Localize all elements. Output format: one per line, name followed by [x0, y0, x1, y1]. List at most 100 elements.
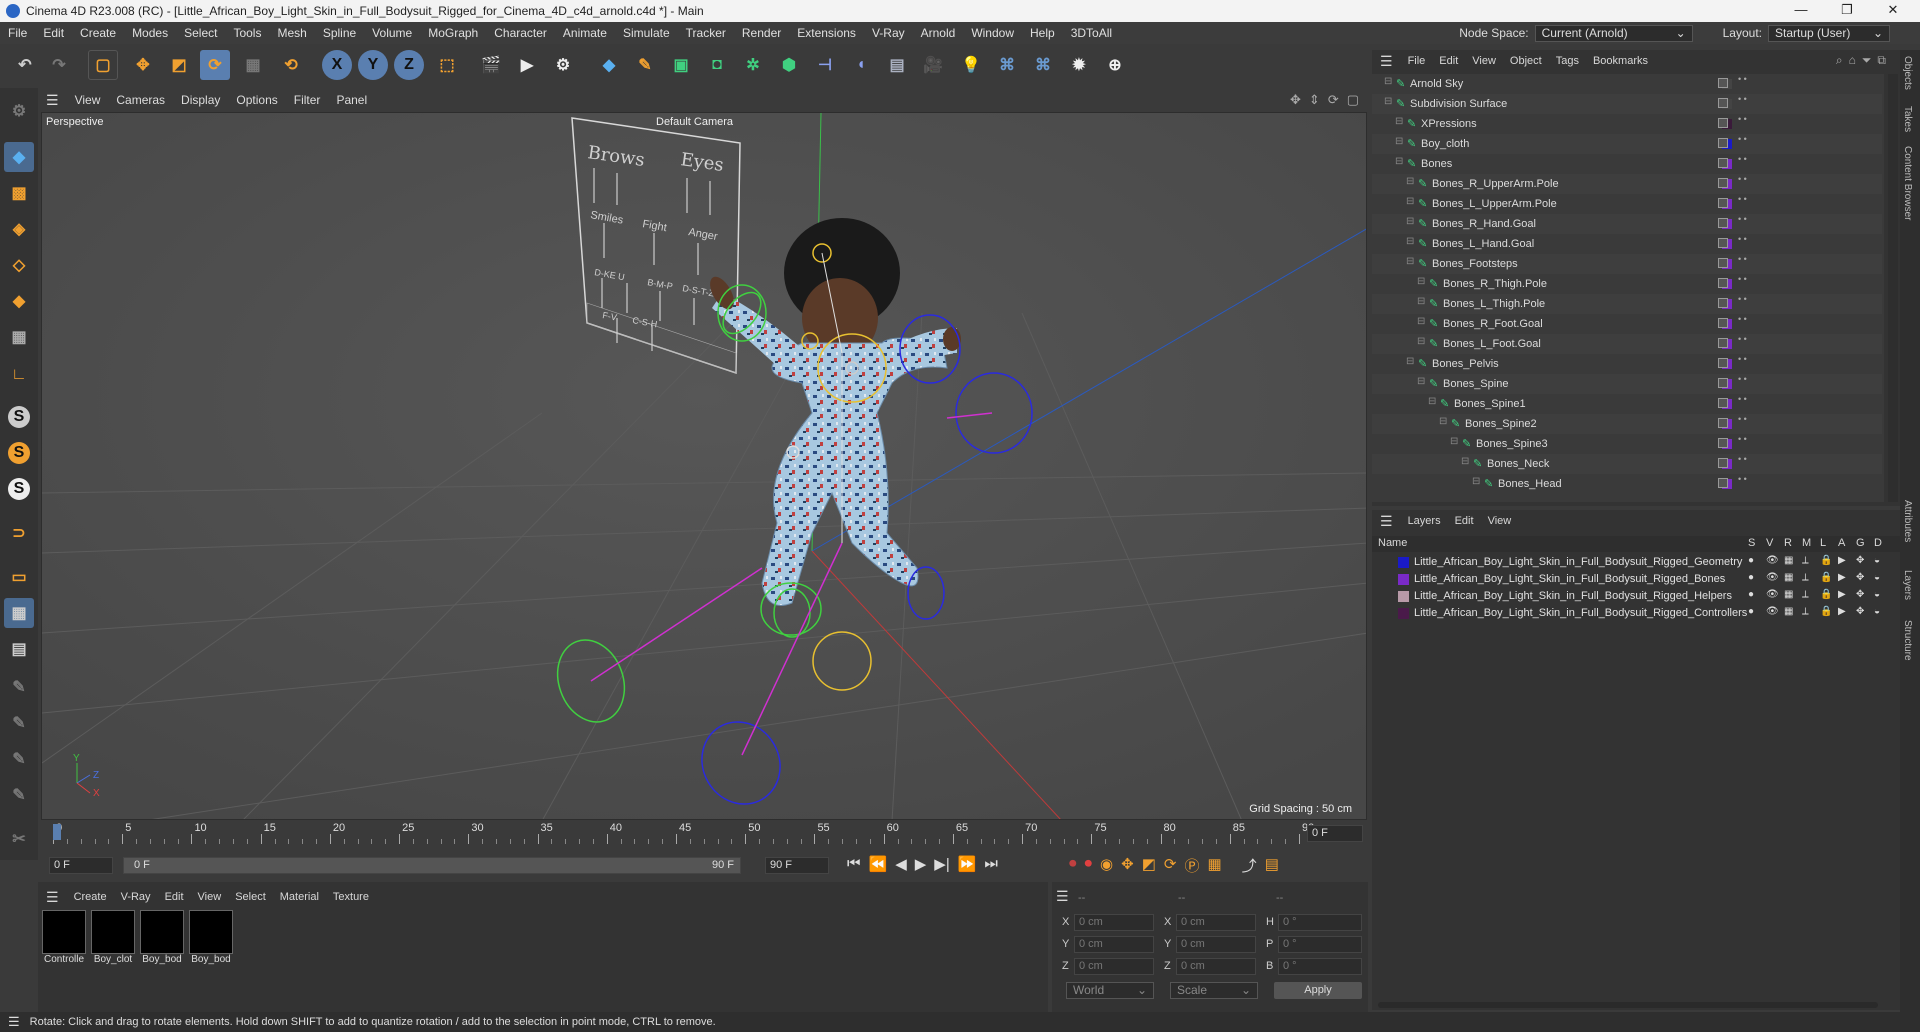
material-menu-texture[interactable]: Texture: [326, 891, 376, 903]
hamburger-icon[interactable]: ☰: [38, 92, 67, 109]
next-frame-icon[interactable]: ▶|: [934, 855, 949, 873]
viewport-menu-cameras[interactable]: Cameras: [108, 93, 173, 107]
edit-checkbox-icon[interactable]: [1718, 398, 1728, 408]
material-swatch[interactable]: Boy_clot: [91, 910, 135, 970]
coord-pos-field[interactable]: 0 cm: [1074, 936, 1154, 953]
floor-icon[interactable]: ▤: [882, 50, 912, 80]
tree-expand-icon[interactable]: ⊟: [1461, 456, 1469, 467]
brush-icon[interactable]: ✎: [4, 744, 34, 774]
object-row[interactable]: ⊟ ✎ Subdivision Surface • •: [1372, 94, 1882, 114]
layer-toggle-icon[interactable]: 👁: [1766, 572, 1779, 583]
object-row[interactable]: ⊟ ✎ Bones_Spine2 • •: [1372, 414, 1882, 434]
tree-expand-icon[interactable]: ⊟: [1384, 96, 1392, 107]
menu-volume[interactable]: Volume: [364, 22, 420, 44]
material-menu-edit[interactable]: Edit: [158, 891, 191, 903]
hamburger-icon[interactable]: ☰: [0, 1014, 30, 1030]
layer-toggle-icon[interactable]: ✥: [1856, 555, 1864, 566]
edit-checkbox-icon[interactable]: [1718, 478, 1728, 488]
preview-range-slider[interactable]: 0 F 90 F: [123, 857, 741, 874]
edges-mode-icon[interactable]: ◇: [4, 250, 34, 280]
visibility-dots-icon[interactable]: • •: [1738, 275, 1747, 284]
tree-expand-icon[interactable]: ⊟: [1395, 156, 1403, 167]
layer-toggle-icon[interactable]: ◒: [1874, 606, 1880, 617]
object-row[interactable]: ⊟ ✎ Bones_R_Foot.Goal • •: [1372, 314, 1882, 334]
render-view-icon[interactable]: 🎬: [476, 50, 506, 80]
edit-checkbox-icon[interactable]: [1718, 258, 1728, 268]
playhead[interactable]: [53, 824, 61, 840]
menu-window[interactable]: Window: [963, 22, 1022, 44]
make-editable-icon[interactable]: ⚙: [4, 96, 34, 126]
tree-expand-icon[interactable]: ⊟: [1406, 256, 1414, 267]
layer-col-g[interactable]: G: [1856, 537, 1865, 549]
object-row[interactable]: ⊟ ✎ Bones_L_UpperArm.Pole • •: [1372, 194, 1882, 214]
menu-modes[interactable]: Modes: [124, 22, 176, 44]
edit-checkbox-icon[interactable]: [1718, 378, 1728, 388]
polygons-mode-icon[interactable]: ◆: [4, 286, 34, 316]
visibility-dots-icon[interactable]: • •: [1738, 235, 1747, 244]
maximize-button[interactable]: ❐: [1824, 0, 1870, 22]
edit-checkbox-icon[interactable]: [1718, 198, 1728, 208]
layer-col-s[interactable]: S: [1748, 537, 1755, 549]
coordinate-system-icon[interactable]: ⬚: [432, 50, 462, 80]
visibility-dots-icon[interactable]: • •: [1738, 75, 1747, 84]
layer-toggle-icon[interactable]: ◒: [1874, 555, 1880, 566]
edit-checkbox-icon[interactable]: [1718, 458, 1728, 468]
side-tab-content-browser[interactable]: Content Browser: [1902, 146, 1913, 220]
edit-checkbox-icon[interactable]: [1718, 418, 1728, 428]
object-row[interactable]: ⊟ ✎ Bones_Spine • •: [1372, 374, 1882, 394]
tree-expand-icon[interactable]: ⊟: [1472, 476, 1480, 487]
play-icon[interactable]: ▶: [915, 855, 927, 873]
model-mode-icon[interactable]: ◆: [4, 142, 34, 172]
viewport-perspective[interactable]: Brows Eyes Smiles Fight Anger D-KE U B-M…: [41, 112, 1367, 820]
tree-expand-icon[interactable]: ⊟: [1406, 176, 1414, 187]
menu-mesh[interactable]: Mesh: [269, 22, 314, 44]
layer-toggle-icon[interactable]: ⟂: [1802, 572, 1809, 583]
material-menu-v-ray[interactable]: V-Ray: [114, 891, 158, 903]
prev-key-icon[interactable]: ⏪: [869, 855, 888, 873]
layer-toggle-icon[interactable]: ▶: [1838, 572, 1846, 583]
layer-toggle-icon[interactable]: 🔒: [1820, 555, 1832, 566]
visibility-dots-icon[interactable]: • •: [1738, 295, 1747, 304]
layers-hscrollbar[interactable]: [1378, 1002, 1878, 1008]
key-scale-icon[interactable]: ◩: [1142, 855, 1156, 876]
menu-extensions[interactable]: Extensions: [789, 22, 864, 44]
hamburger-icon[interactable]: ☰: [38, 889, 67, 906]
coord-rot-field[interactable]: 0 °: [1278, 914, 1362, 931]
object-row[interactable]: ⊟ ✎ Bones_L_Hand.Goal • •: [1372, 234, 1882, 254]
key-position-icon[interactable]: ✥: [1121, 855, 1134, 876]
layer-toggle-icon[interactable]: ✥: [1856, 606, 1864, 617]
layer-toggle-icon[interactable]: ▦: [1784, 555, 1793, 566]
layer-toggle-icon[interactable]: ▶: [1838, 589, 1846, 600]
object-row[interactable]: ⊟ ✎ Bones_Neck • •: [1372, 454, 1882, 474]
tree-expand-icon[interactable]: ⊟: [1406, 196, 1414, 207]
tree-expand-icon[interactable]: ⊟: [1417, 296, 1425, 307]
layer-toggle-icon[interactable]: 🔒: [1820, 589, 1832, 600]
object-menu-view[interactable]: View: [1465, 55, 1503, 67]
layer-toggle-icon[interactable]: 👁: [1766, 555, 1779, 566]
object-menu-edit[interactable]: Edit: [1432, 55, 1465, 67]
menu-tracker[interactable]: Tracker: [678, 22, 734, 44]
edit-checkbox-icon[interactable]: [1718, 158, 1728, 168]
edit-checkbox-icon[interactable]: [1718, 218, 1728, 228]
key-param-icon[interactable]: Ⓟ: [1184, 855, 1199, 876]
visibility-dots-icon[interactable]: • •: [1738, 135, 1747, 144]
menu-v-ray[interactable]: V-Ray: [864, 22, 913, 44]
python-script-icon[interactable]: ⌘: [1028, 50, 1058, 80]
tree-expand-icon[interactable]: ⊟: [1417, 336, 1425, 347]
object-row[interactable]: ⊟ ✎ Bones_L_Thigh.Pole • •: [1372, 294, 1882, 314]
menu-3dtoall[interactable]: 3DToAll: [1063, 22, 1120, 44]
tree-expand-icon[interactable]: ⊟: [1406, 216, 1414, 227]
menu-animate[interactable]: Animate: [555, 22, 615, 44]
object-row[interactable]: ⊟ ✎ Bones_Pelvis • •: [1372, 354, 1882, 374]
visibility-dots-icon[interactable]: • •: [1738, 475, 1747, 484]
coord-size-field[interactable]: 0 cm: [1176, 914, 1256, 931]
goto-end-icon[interactable]: ⏭: [984, 855, 998, 873]
layer-color-swatch[interactable]: [1398, 591, 1409, 602]
viewport-menu-options[interactable]: Options: [228, 93, 285, 107]
render-settings-icon[interactable]: ⚙: [548, 50, 578, 80]
search-icon[interactable]: ⌕: [1836, 53, 1843, 68]
live-selection-icon[interactable]: ▢: [88, 50, 118, 80]
edit-checkbox-icon[interactable]: [1718, 358, 1728, 368]
render-picture-viewer-icon[interactable]: ▶: [512, 50, 542, 80]
layer-toggle-icon[interactable]: ⟂: [1802, 606, 1809, 617]
